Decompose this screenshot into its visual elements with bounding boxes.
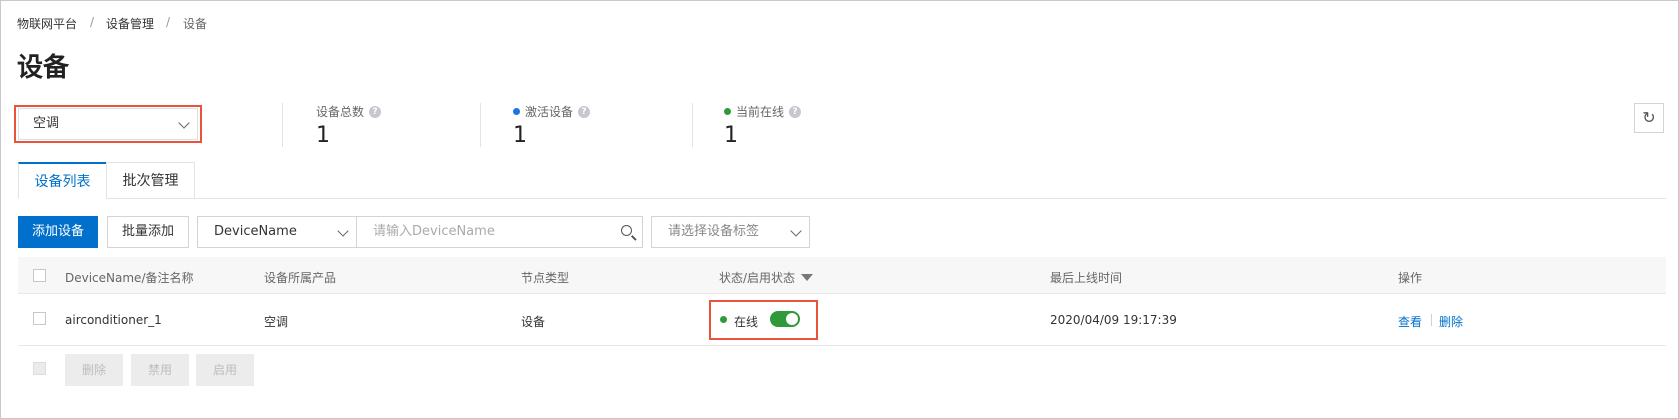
chevron-down-icon [337, 225, 349, 237]
add-device-button[interactable]: 添加设备 [18, 216, 98, 248]
header-last-online: 最后上线时间 [1050, 271, 1123, 285]
breadcrumb-separator: / [166, 15, 171, 29]
cell-product: 空调 [264, 315, 289, 329]
tab-device-list[interactable]: 设备列表 [18, 162, 107, 199]
highlight-frame-product-select [14, 105, 202, 143]
cell-last-online: 2020/04/09 19:17:39 [1050, 313, 1177, 327]
search-field-value: DeviceName [214, 224, 297, 239]
header-status: 状态/启用状态 [719, 269, 814, 286]
batch-add-button[interactable]: 批量添加 [107, 216, 189, 248]
tab-batch-management[interactable]: 批次管理 [106, 162, 195, 199]
breadcrumb-item-devices: 设备 [183, 17, 208, 31]
stat-online-value: 1 [724, 123, 738, 148]
bulk-delete-button[interactable]: 删除 [65, 354, 123, 386]
stat-online-label: 当前在线 ? [724, 103, 802, 120]
device-tag-select[interactable]: 请选择设备标签 [651, 216, 810, 248]
help-icon[interactable]: ? [578, 105, 591, 118]
bulk-disable-button[interactable]: 禁用 [131, 354, 189, 386]
action-separator [1431, 314, 1432, 326]
search-placeholder: 请输入DeviceName [373, 224, 495, 239]
header-actions: 操作 [1398, 271, 1423, 285]
breadcrumb-item-device-management[interactable]: 设备管理 [106, 15, 154, 32]
filter-icon[interactable] [801, 274, 814, 281]
online-dot-icon [724, 108, 731, 115]
device-tag-placeholder: 请选择设备标签 [668, 224, 760, 239]
bulk-select-checkbox[interactable] [33, 362, 46, 375]
stat-activated-value: 1 [513, 123, 527, 148]
stat-divider [692, 103, 693, 147]
bulk-enable-button[interactable]: 启用 [196, 354, 254, 386]
help-icon[interactable]: ? [789, 105, 802, 118]
breadcrumb-separator: / [90, 15, 95, 29]
stat-divider [282, 103, 283, 147]
view-link[interactable]: 查看 [1398, 313, 1422, 330]
stat-total-value: 1 [316, 123, 330, 148]
select-all-checkbox[interactable] [33, 269, 46, 282]
stat-activated-label-text: 激活设备 [525, 105, 574, 119]
cell-device-name: airconditioner_1 [65, 313, 162, 327]
refresh-icon: ↻ [1642, 108, 1656, 127]
help-icon[interactable]: ? [369, 105, 382, 118]
page-title: 设备 [17, 53, 70, 83]
row-checkbox[interactable] [33, 312, 46, 325]
header-product: 设备所属产品 [264, 271, 337, 285]
stat-total-label-text: 设备总数 [316, 105, 365, 119]
stat-divider [480, 103, 481, 147]
search-field-select[interactable]: DeviceName [197, 216, 357, 248]
cell-node-type: 设备 [521, 315, 546, 329]
stat-total-label: 设备总数 ? [316, 103, 382, 120]
search-icon[interactable] [621, 225, 632, 236]
header-status-text: 状态/启用状态 [719, 271, 796, 285]
refresh-button[interactable]: ↻ [1634, 103, 1664, 133]
header-node-type: 节点类型 [521, 271, 570, 285]
search-input[interactable]: 请输入DeviceName [356, 216, 643, 248]
delete-link[interactable]: 删除 [1439, 313, 1463, 330]
chevron-down-icon [790, 225, 802, 237]
stat-online-label-text: 当前在线 [736, 105, 785, 119]
header-device-name: DeviceName/备注名称 [65, 271, 194, 285]
breadcrumb-item-iot-platform[interactable]: 物联网平台 [17, 15, 77, 32]
activated-dot-icon [513, 108, 520, 115]
stat-activated-label: 激活设备 ? [513, 103, 591, 120]
highlight-frame-status [709, 300, 818, 340]
tabs-baseline [18, 198, 1666, 199]
